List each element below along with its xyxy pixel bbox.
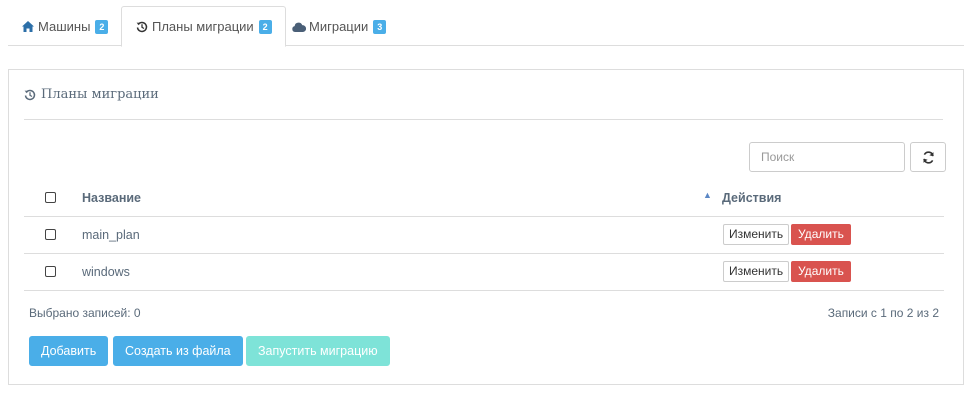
tab-migrations-badge: 3 bbox=[373, 19, 387, 34]
create-from-file-button[interactable]: Создать из файла bbox=[113, 336, 243, 366]
refresh-icon bbox=[922, 150, 935, 164]
refresh-button[interactable] bbox=[910, 142, 946, 172]
sort-ascending-icon[interactable]: ▲ bbox=[703, 190, 712, 200]
tab-migration-plans-label: Планы миграции bbox=[152, 19, 254, 34]
tab-migrations[interactable]: Миграции 3 bbox=[279, 6, 399, 47]
table-header-row: Название ▲ Действия bbox=[24, 180, 944, 217]
selected-count: Выбрано записей: 0 bbox=[29, 306, 141, 320]
history-icon bbox=[24, 88, 38, 102]
tab-migration-plans[interactable]: Планы миграции 2 bbox=[121, 6, 286, 47]
table-row: main_plan Изменить Удалить bbox=[24, 217, 944, 254]
edit-button[interactable]: Изменить bbox=[723, 224, 790, 245]
tab-machines-label: Машины bbox=[38, 19, 91, 34]
records-info: Записи с 1 по 2 из 2 bbox=[827, 306, 939, 320]
plan-name: main_plan bbox=[82, 228, 140, 242]
tab-bar: Машины 2 Планы миграции 2 Миграции 3 bbox=[8, 6, 964, 47]
delete-button[interactable]: Удалить bbox=[791, 224, 851, 245]
edit-button[interactable]: Изменить bbox=[723, 261, 790, 282]
home-icon bbox=[21, 20, 35, 34]
history-icon bbox=[135, 20, 149, 34]
divider bbox=[24, 119, 943, 120]
delete-button[interactable]: Удалить bbox=[791, 261, 851, 282]
column-header-name[interactable]: Название bbox=[82, 191, 141, 205]
add-button[interactable]: Добавить bbox=[29, 336, 109, 366]
search-input[interactable] bbox=[749, 142, 905, 172]
column-header-actions: Действия bbox=[722, 191, 782, 205]
cloud-icon bbox=[292, 20, 306, 34]
migration-plans-panel: Планы миграции Название ▲ Действия main_… bbox=[8, 69, 964, 385]
tab-machines-badge: 2 bbox=[95, 19, 109, 34]
tab-migration-plans-badge: 2 bbox=[258, 19, 272, 34]
select-all-checkbox[interactable] bbox=[45, 192, 56, 203]
panel-title-text: Планы миграции bbox=[41, 87, 159, 102]
row-checkbox[interactable] bbox=[45, 266, 56, 277]
plan-name: windows bbox=[82, 265, 130, 279]
row-checkbox[interactable] bbox=[45, 229, 56, 240]
panel-title: Планы миграции bbox=[24, 87, 159, 102]
tab-machines[interactable]: Машины 2 bbox=[8, 6, 121, 47]
table-row: windows Изменить Удалить bbox=[24, 254, 944, 291]
migration-plans-table: Название ▲ Действия main_plan Изменить У… bbox=[24, 180, 944, 291]
tab-migrations-label: Миграции bbox=[309, 19, 369, 34]
run-migration-button: Запустить миграцию bbox=[246, 336, 390, 366]
